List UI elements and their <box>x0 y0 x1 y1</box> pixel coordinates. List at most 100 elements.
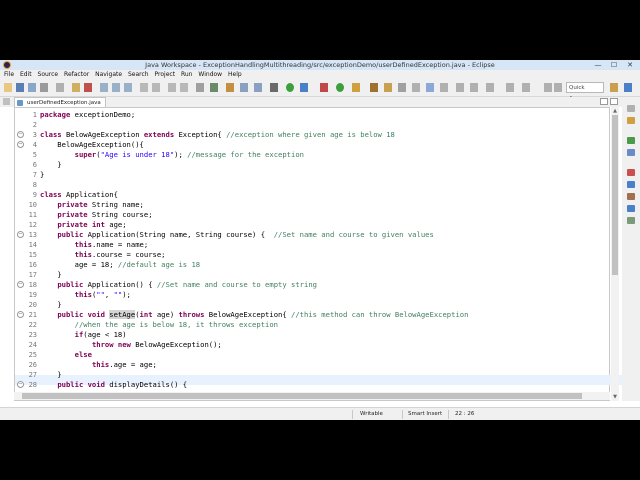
outline-icon[interactable] <box>627 137 635 144</box>
fold-toggle-icon[interactable]: − <box>17 231 24 238</box>
arrow-right-icon[interactable] <box>554 83 562 92</box>
code-line[interactable]: public Application(String name, String c… <box>40 230 433 240</box>
progress-icon[interactable] <box>627 217 635 224</box>
menu-run[interactable]: Run <box>181 70 193 80</box>
new-icon[interactable] <box>4 83 12 92</box>
code-line[interactable]: BelowAgeException(){ <box>40 140 144 150</box>
arrow-left-icon[interactable] <box>544 83 552 92</box>
open-folder-icon[interactable] <box>384 83 392 92</box>
code-line[interactable]: } <box>40 270 61 280</box>
code-line[interactable]: public void displayDetails() { <box>40 380 187 390</box>
maximize-button[interactable]: ☐ <box>606 60 622 70</box>
problems-icon[interactable] <box>627 169 635 176</box>
maximize-editor-icon[interactable] <box>610 98 618 105</box>
code-line[interactable]: this("", ""); <box>40 290 131 300</box>
code-line[interactable]: age = 18; //default age is 18 <box>40 260 201 270</box>
toggle-highlight-icon[interactable] <box>426 83 434 92</box>
tools-icon[interactable] <box>254 83 262 92</box>
minimize-button[interactable]: — <box>590 60 606 70</box>
code-line[interactable]: } <box>40 300 61 310</box>
fold-toggle-icon[interactable]: − <box>17 141 24 148</box>
scroll-down-icon[interactable]: ▼ <box>611 393 619 401</box>
restore-icon[interactable] <box>627 105 635 112</box>
code-line[interactable]: else <box>40 350 92 360</box>
menu-refactor[interactable]: Refactor <box>64 70 89 80</box>
fold-toggle-icon[interactable]: − <box>17 381 24 388</box>
menu-edit[interactable]: Edit <box>20 70 32 80</box>
code-line[interactable]: this.course = course; <box>40 250 166 260</box>
code-line[interactable]: if(age < 18) <box>40 330 127 340</box>
menu-window[interactable]: Window <box>198 70 222 80</box>
code-line[interactable]: private int age; <box>40 220 126 230</box>
save-icon[interactable] <box>16 83 24 92</box>
code-line[interactable]: public void setAge(int age) throws Below… <box>40 310 468 320</box>
declaration-icon[interactable] <box>627 193 635 200</box>
menu-navigate[interactable]: Navigate <box>95 70 122 80</box>
left-trim-icon[interactable] <box>3 98 10 105</box>
code-line[interactable]: this.age = age; <box>40 360 157 370</box>
code-line[interactable]: private String course; <box>40 210 152 220</box>
menu-file[interactable]: File <box>4 70 14 80</box>
last-edit-icon[interactable] <box>486 83 494 92</box>
code-line[interactable]: this.name = name; <box>40 240 149 250</box>
code-line[interactable]: class Application{ <box>40 190 118 200</box>
show-whitespace-icon[interactable] <box>440 83 448 92</box>
code-line[interactable]: } <box>40 170 44 180</box>
java-perspective-icon[interactable] <box>624 83 632 92</box>
code-line[interactable]: public Application() { //Set name and co… <box>40 280 317 290</box>
menu-search[interactable]: Search <box>128 70 149 80</box>
javadoc-icon[interactable] <box>627 181 635 188</box>
save-all-icon[interactable] <box>28 83 36 92</box>
horizontal-scrollbar[interactable] <box>14 392 610 400</box>
vertical-scrollbar[interactable]: ▲ ▼ <box>611 107 619 401</box>
tab-userdefinedexception[interactable]: userDefinedException.java ✕ <box>14 97 106 116</box>
debug-config-icon[interactable] <box>240 83 248 92</box>
menu-help[interactable]: Help <box>228 70 242 80</box>
code-line[interactable]: //when the age is below 18, it throws ex… <box>40 320 278 330</box>
code-line[interactable]: private String name; <box>40 200 144 210</box>
open-task-icon[interactable] <box>226 83 234 92</box>
close-button[interactable]: ✕ <box>622 60 638 70</box>
scroll-up-icon[interactable]: ▲ <box>611 107 619 115</box>
skip-breakpoints-icon[interactable] <box>56 83 64 92</box>
fold-toggle-icon[interactable]: − <box>17 311 24 318</box>
pin-icon[interactable] <box>180 83 188 92</box>
task-list-icon[interactable] <box>627 149 635 156</box>
new-java-project-icon[interactable] <box>352 83 360 92</box>
minimize-editor-icon[interactable] <box>600 98 608 105</box>
fold-toggle-icon[interactable]: − <box>17 131 24 138</box>
use-step-filters-icon[interactable] <box>152 83 160 92</box>
previous-annotation-icon[interactable] <box>470 83 478 92</box>
forward-icon[interactable] <box>522 83 530 92</box>
code-editor[interactable]: 1 package exceptionDemo; 2 3 − class BelowAge… <box>14 107 627 401</box>
quick-access-input[interactable]: Quick Access <box>566 82 604 102</box>
code-line[interactable]: super("Age is under 18"); //message for … <box>40 150 304 160</box>
search-icon[interactable] <box>398 83 406 92</box>
open-perspective-icon[interactable] <box>610 83 618 92</box>
open-type-icon[interactable] <box>370 83 378 92</box>
print-icon[interactable] <box>40 83 48 92</box>
package-explorer-icon[interactable] <box>627 117 635 124</box>
drop-to-frame-icon[interactable] <box>140 83 148 92</box>
resume-icon[interactable] <box>72 83 80 92</box>
toggle-mark-icon[interactable] <box>168 83 176 92</box>
wrap-icon[interactable] <box>196 83 204 92</box>
settings-gear-icon[interactable] <box>270 83 278 92</box>
run-icon[interactable] <box>286 83 294 92</box>
console-icon[interactable] <box>627 205 635 212</box>
vertical-scroll-thumb[interactable] <box>612 115 618 275</box>
external-tools-icon[interactable] <box>336 83 344 92</box>
step-return-icon[interactable] <box>124 83 132 92</box>
code-line[interactable]: } <box>40 370 61 380</box>
step-into-icon[interactable] <box>100 83 108 92</box>
next-annotation-icon[interactable] <box>456 83 464 92</box>
code-line[interactable]: package exceptionDemo; <box>40 110 135 120</box>
terminate-icon[interactable] <box>84 83 92 92</box>
menu-project[interactable]: Project <box>155 70 176 80</box>
debug-icon[interactable] <box>300 83 308 92</box>
step-over-icon[interactable] <box>112 83 120 92</box>
back-icon[interactable] <box>506 83 514 92</box>
toggle-block-icon[interactable] <box>210 83 218 92</box>
code-line[interactable]: } <box>40 160 61 170</box>
code-line[interactable]: throw new BelowAgeException(); <box>40 340 222 350</box>
